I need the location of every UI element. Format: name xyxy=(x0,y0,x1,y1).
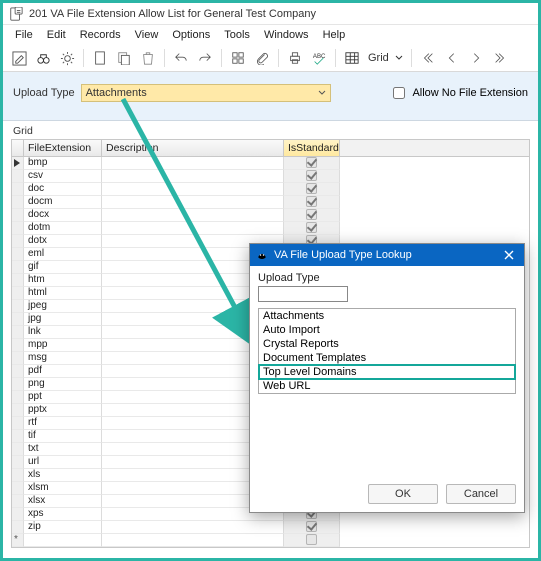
allow-no-ext-checkbox[interactable] xyxy=(393,87,405,99)
toolbar-separator xyxy=(164,49,165,67)
menu-file[interactable]: File xyxy=(9,27,39,43)
dialog-option[interactable]: Crystal Reports xyxy=(259,337,515,351)
grid-header: FileExtension Description IsStandard xyxy=(12,140,529,157)
menu-tools[interactable]: Tools xyxy=(218,27,256,43)
menu-view[interactable]: View xyxy=(129,27,165,43)
lookup-dialog: VA File Upload Type Lookup Upload Type A… xyxy=(249,243,525,513)
dialog-option[interactable]: Document Templates xyxy=(259,351,515,365)
table-new-row[interactable]: * xyxy=(12,534,529,547)
upload-type-dropdown[interactable]: Attachments xyxy=(81,84,331,102)
grid-section-label: Grid xyxy=(3,121,538,139)
toolbar-last-icon[interactable] xyxy=(490,48,510,68)
table-row[interactable]: csv xyxy=(12,170,529,183)
table-row[interactable]: bmp xyxy=(12,157,529,170)
toolbar-separator xyxy=(278,49,279,67)
toolbar: ABC Grid xyxy=(3,45,538,72)
toolbar-separator xyxy=(83,49,84,67)
toolbar-grid-label: Grid xyxy=(368,52,389,64)
dialog-option[interactable]: Attachments xyxy=(259,309,515,323)
dialog-option-list[interactable]: AttachmentsAuto ImportCrystal ReportsDoc… xyxy=(258,308,516,394)
toolbar-print-icon[interactable] xyxy=(285,48,305,68)
dialog-field-label: Upload Type xyxy=(258,272,516,284)
toolbar-spellcheck-icon[interactable]: ABC xyxy=(309,48,329,68)
dialog-ok-button[interactable]: OK xyxy=(368,484,438,504)
menu-help[interactable]: Help xyxy=(317,27,352,43)
menu-bar: File Edit Records View Options Tools Win… xyxy=(3,25,538,45)
allow-no-ext-label: Allow No File Extension xyxy=(412,87,528,99)
menu-windows[interactable]: Windows xyxy=(258,27,315,43)
toolbar-separator xyxy=(411,49,412,67)
chevron-down-icon xyxy=(317,88,327,98)
toolbar-binoculars-icon[interactable] xyxy=(33,48,53,68)
toolbar-redo-icon[interactable] xyxy=(195,48,215,68)
table-row[interactable]: dotm xyxy=(12,222,529,235)
dialog-close-button[interactable] xyxy=(500,247,518,263)
toolbar-first-icon[interactable] xyxy=(418,48,438,68)
toolbar-new-icon[interactable] xyxy=(90,48,110,68)
table-row[interactable]: doc xyxy=(12,183,529,196)
dialog-titlebar[interactable]: VA File Upload Type Lookup xyxy=(250,244,524,266)
upload-type-label: Upload Type xyxy=(13,87,75,99)
svg-text:ABC: ABC xyxy=(313,53,326,60)
close-icon xyxy=(504,250,514,260)
dialog-title: VA File Upload Type Lookup xyxy=(274,249,412,261)
toolbar-delete-icon[interactable] xyxy=(138,48,158,68)
toolbar-separator xyxy=(221,49,222,67)
app-icon xyxy=(9,7,23,21)
menu-edit[interactable]: Edit xyxy=(41,27,72,43)
toolbar-gear-icon[interactable] xyxy=(57,48,77,68)
toolbar-edit-icon[interactable] xyxy=(9,48,29,68)
upload-type-value: Attachments xyxy=(86,87,147,99)
table-row[interactable]: zip xyxy=(12,521,529,534)
window-title: 201 VA File Extension Allow List for Gen… xyxy=(29,8,316,20)
toolbar-grid-dropdown-icon[interactable] xyxy=(393,48,405,68)
toolbar-apps-icon[interactable] xyxy=(228,48,248,68)
toolbar-separator xyxy=(335,49,336,67)
dialog-option[interactable]: Auto Import xyxy=(259,323,515,337)
dialog-option[interactable]: Top Level Domains xyxy=(259,365,515,379)
col-isstandard[interactable]: IsStandard xyxy=(284,140,340,156)
toolbar-copy-icon[interactable] xyxy=(114,48,134,68)
dialog-upload-type-input[interactable] xyxy=(258,286,348,302)
table-row[interactable]: docm xyxy=(12,196,529,209)
dialog-app-icon xyxy=(256,249,268,261)
window-titlebar: 201 VA File Extension Allow List for Gen… xyxy=(3,3,538,25)
dialog-cancel-button[interactable]: Cancel xyxy=(446,484,516,504)
toolbar-prev-icon[interactable] xyxy=(442,48,462,68)
form-area: Upload Type Attachments Allow No File Ex… xyxy=(3,72,538,121)
menu-options[interactable]: Options xyxy=(166,27,216,43)
col-description[interactable]: Description xyxy=(102,140,284,156)
col-fileextension[interactable]: FileExtension xyxy=(24,140,102,156)
menu-records[interactable]: Records xyxy=(74,27,127,43)
toolbar-next-icon[interactable] xyxy=(466,48,486,68)
toolbar-grid-icon[interactable] xyxy=(342,48,362,68)
toolbar-attach-icon[interactable] xyxy=(252,48,272,68)
table-row[interactable]: docx xyxy=(12,209,529,222)
dialog-option[interactable]: Web URL xyxy=(259,379,515,393)
toolbar-undo-icon[interactable] xyxy=(171,48,191,68)
